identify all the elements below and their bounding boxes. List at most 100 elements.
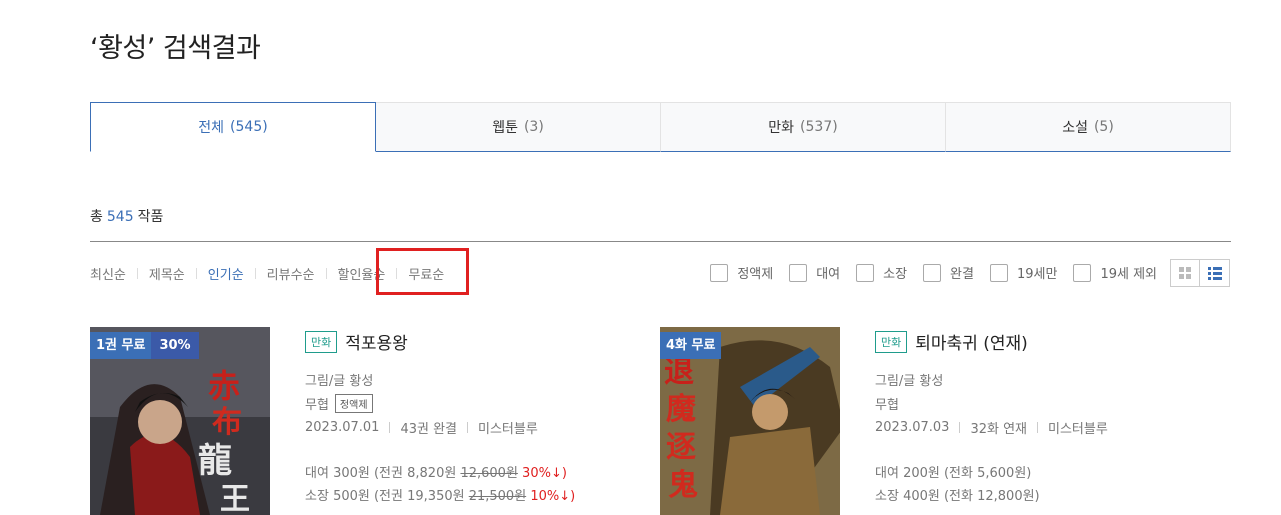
filter-adult-only[interactable]: 19세만 — [989, 263, 1058, 282]
tab-novel[interactable]: 소설 (5) — [946, 102, 1231, 152]
sort-reviews[interactable]: 리뷰수순 — [267, 264, 315, 283]
rent-label: 대여 — [305, 466, 329, 481]
genre-tag: 만화 — [305, 330, 338, 353]
rent-price-value: 300원 — [333, 466, 370, 481]
filter-exclude-adult[interactable]: 19세 제외 — [1073, 263, 1157, 282]
divider — [90, 241, 1231, 242]
checkbox[interactable] — [989, 263, 1008, 282]
total-number: 545 — [106, 209, 134, 225]
checkbox[interactable] — [710, 263, 729, 282]
svg-text:龍: 龍 — [198, 441, 232, 481]
free-badge: 4화 무료 — [660, 332, 722, 359]
filter-label: 정액제 — [737, 267, 774, 282]
page-title: ‘황성’ 검색결과 — [90, 33, 261, 64]
rent-discount: 30%↓) — [522, 466, 567, 481]
filter-label: 19세만 — [1016, 267, 1058, 282]
badge-discount: 30% — [151, 332, 199, 359]
book-date: 2023.07.03 — [875, 419, 950, 435]
separator — [389, 421, 391, 433]
tab-count: (545) — [230, 119, 268, 135]
sort-latest[interactable]: 최신순 — [90, 264, 126, 283]
own-label: 소장 — [875, 489, 899, 504]
tab-webtoon[interactable]: 웹툰 (3) — [376, 102, 661, 152]
rent-total-prefix: (전권 — [373, 466, 403, 481]
svg-text:鬼: 鬼 — [668, 468, 698, 503]
own-price-value: 400원 — [903, 489, 940, 504]
book-volumes: 43권 완결 — [400, 421, 457, 437]
badge-free: 1권 무료 — [90, 332, 152, 359]
book-category: 무협 — [875, 397, 899, 413]
total-count: 총 545 작품 — [90, 206, 163, 226]
rent-price: 대여 300원 (전권 8,820원 12,600원 30%↓) — [305, 462, 575, 481]
own-price: 소장 400원 (전화 12,800원) — [875, 485, 1108, 504]
filter-options: 정액제 대여 소장 완결 19세만 19세 제외 — [694, 263, 1157, 282]
rent-original-price: 12,600원 — [460, 466, 518, 481]
book-author[interactable]: 그림/글 황성 — [875, 370, 1108, 389]
checkbox[interactable] — [923, 263, 942, 282]
book-author[interactable]: 그림/글 황성 — [305, 370, 575, 389]
svg-text:退: 退 — [664, 355, 694, 390]
grid-view-button[interactable] — [1170, 259, 1200, 287]
filter-label: 대여 — [816, 267, 841, 282]
highlight-box — [376, 248, 469, 295]
book-publisher[interactable]: 미스터블루 — [1048, 418, 1108, 437]
filter-label: 소장 — [883, 267, 908, 282]
separator — [467, 421, 468, 433]
view-toggle — [1170, 259, 1230, 287]
filter-rent[interactable]: 대여 — [789, 263, 840, 282]
own-discount: 10%↓) — [530, 489, 576, 504]
sort-popular[interactable]: 인기순 — [208, 264, 244, 283]
total-suffix: 작품 — [137, 209, 164, 225]
filter-subscription[interactable]: 정액제 — [710, 263, 773, 282]
book-publisher[interactable]: 미스터블루 — [478, 418, 538, 437]
filter-label: 19세 제외 — [1100, 267, 1157, 282]
svg-text:魔: 魔 — [666, 392, 696, 427]
separator — [136, 268, 138, 279]
tab-count: (537) — [800, 119, 838, 135]
book-title[interactable]: 적포용왕 — [345, 329, 408, 354]
checkbox[interactable] — [1073, 263, 1092, 282]
filter-own[interactable]: 소장 — [856, 263, 907, 282]
book-cover[interactable]: 退 魔 逐 鬼 4화 무료 — [660, 327, 844, 515]
rent-price-value: 200원 — [903, 466, 940, 481]
separator — [254, 268, 256, 279]
book-category: 무협 — [305, 397, 329, 413]
own-price-value: 500원 — [333, 489, 370, 504]
rent-total: 8,820원 — [407, 466, 457, 481]
rent-total: (전화 5,600원) — [943, 466, 1032, 481]
book-title[interactable]: 퇴마축귀 (연재) — [915, 329, 1028, 354]
svg-text:布: 布 — [212, 405, 242, 440]
list-view-icon — [1207, 266, 1222, 280]
separator — [959, 421, 961, 433]
rent-price: 대여 200원 (전화 5,600원) — [875, 462, 1108, 481]
svg-text:赤: 赤 — [208, 367, 240, 405]
tab-count: (3) — [523, 119, 544, 135]
total-prefix: 총 — [90, 209, 103, 225]
category-tabs: 전체 (545) 웹툰 (3) 만화 (537) 소설 (5) — [90, 102, 1231, 152]
rent-label: 대여 — [875, 466, 899, 481]
separator — [1037, 421, 1038, 433]
book-date: 2023.07.01 — [305, 419, 380, 435]
svg-text:逐: 逐 — [666, 430, 696, 465]
own-total-prefix: (전권 — [373, 489, 403, 504]
list-view-button[interactable] — [1200, 259, 1230, 287]
filter-complete[interactable]: 완결 — [923, 263, 974, 282]
grid-view-icon — [1179, 267, 1191, 279]
book-cover[interactable]: 赤 布 龍 王 1권 무료 30% — [90, 327, 274, 515]
tab-label: 웹툰 — [492, 120, 518, 136]
own-label: 소장 — [305, 489, 329, 504]
book-info: 만화 퇴마축귀 (연재) 그림/글 황성 무협 2023.07.03 32화 연… — [875, 329, 1108, 504]
book-info: 만화 적포용왕 그림/글 황성 무협 정액제 2023.07.01 43권 완결… — [305, 329, 576, 504]
checkbox[interactable] — [789, 263, 808, 282]
own-price: 소장 500원 (전권 19,350원 21,500원 10%↓) — [305, 485, 576, 504]
checkbox[interactable] — [856, 263, 875, 282]
free-badge: 1권 무료 30% — [90, 332, 199, 359]
sort-title[interactable]: 제목순 — [149, 264, 185, 283]
tab-comics[interactable]: 만화 (537) — [661, 102, 946, 152]
own-total: (전화 12,800원) — [943, 489, 1040, 504]
own-original-price: 21,500원 — [468, 489, 527, 504]
tab-label: 소설 — [1062, 120, 1088, 136]
book-volumes: 32화 연재 — [970, 421, 1027, 437]
tab-label: 전체 — [198, 120, 225, 136]
tab-all[interactable]: 전체 (545) — [90, 102, 376, 152]
